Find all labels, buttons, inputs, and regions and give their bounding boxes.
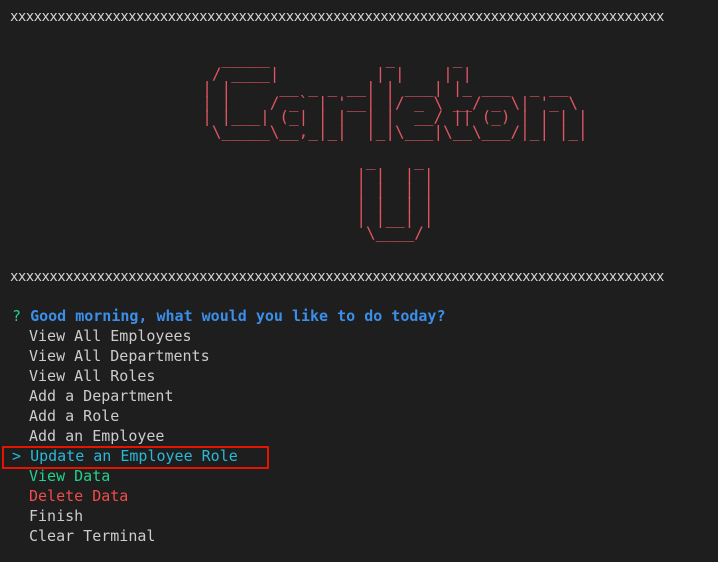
menu-item-view-data[interactable]: View Data: [29, 466, 110, 486]
menu-item-delete-data[interactable]: Delete Data: [29, 486, 128, 506]
menu-item-view-all-employees[interactable]: View All Employees: [29, 326, 192, 346]
question-mark-icon: ?: [12, 307, 22, 325]
menu-item-view-all-departments[interactable]: View All Departments: [29, 346, 210, 366]
menu-item-add-employee[interactable]: Add an Employee: [29, 426, 164, 446]
separator-bottom: xxxxxxxxxxxxxxxxxxxxxxxxxxxxxxxxxxxxxxxx…: [10, 269, 664, 285]
menu-item-clear-terminal[interactable]: Clear Terminal: [29, 526, 155, 546]
prompt-line: ? Good morning, what would you like to d…: [12, 306, 445, 326]
carleton-u-ascii-banner: _____ _ _ / ____| | | | | | | __ _ _ __|…: [202, 49, 588, 242]
menu-item-view-all-roles[interactable]: View All Roles: [29, 366, 155, 386]
menu-item-finish[interactable]: Finish: [29, 506, 83, 526]
menu-item-add-department[interactable]: Add a Department: [29, 386, 174, 406]
menu-item-add-role[interactable]: Add a Role: [29, 406, 119, 426]
separator-top: xxxxxxxxxxxxxxxxxxxxxxxxxxxxxxxxxxxxxxxx…: [10, 9, 664, 25]
selection-highlight-box: [2, 446, 269, 469]
prompt-question: Good morning, what would you like to do …: [30, 307, 446, 325]
terminal-window[interactable]: xxxxxxxxxxxxxxxxxxxxxxxxxxxxxxxxxxxxxxxx…: [0, 0, 718, 562]
